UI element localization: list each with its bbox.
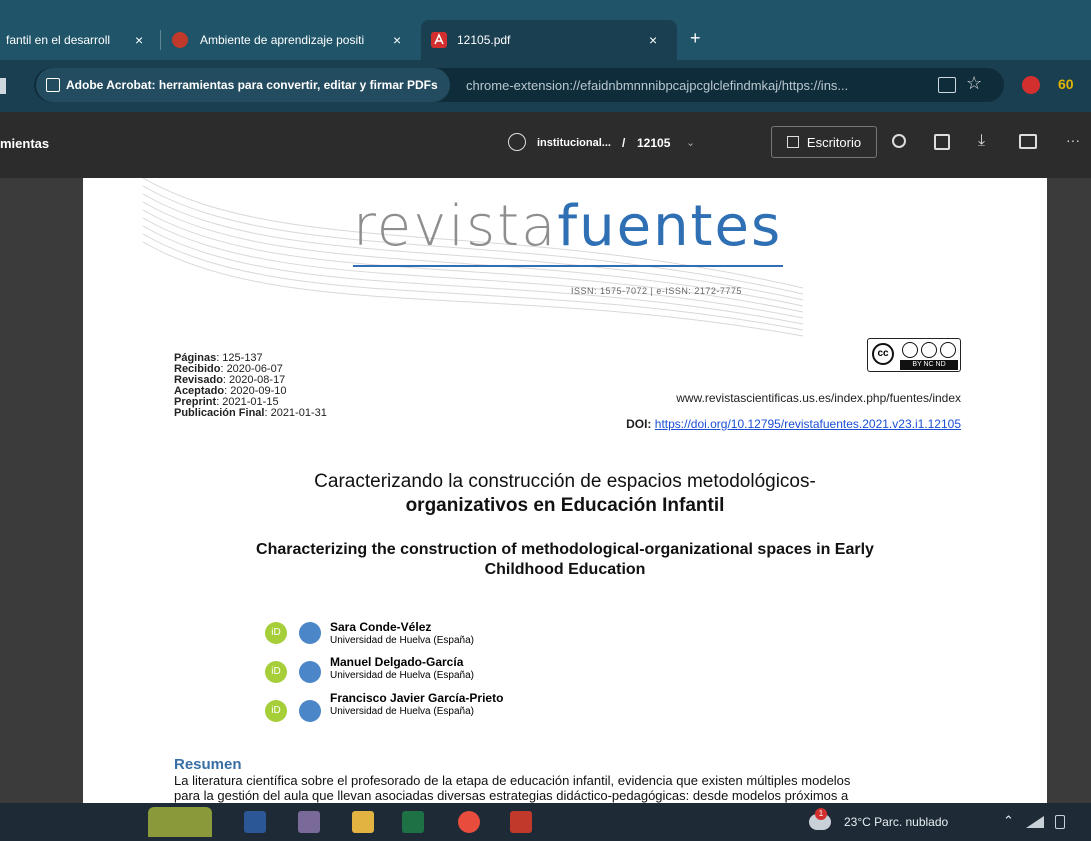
license-badge-text: BY NC ND — [900, 360, 958, 370]
abstract-line: La literatura científica sobre el profes… — [174, 773, 851, 788]
title-en-line: Childhood Education — [484, 561, 646, 578]
word-icon[interactable] — [244, 811, 266, 833]
translate-icon[interactable] — [938, 77, 956, 93]
close-icon[interactable]: × — [649, 32, 657, 48]
tools-menu[interactable]: mientas — [0, 136, 49, 151]
meta-key: Publicación Final — [174, 407, 265, 419]
mail-icon[interactable] — [299, 622, 321, 644]
tab-label: 12105.pdf — [457, 33, 511, 47]
acrobat-taskbar-icon[interactable] — [510, 811, 532, 833]
battery-icon[interactable] — [1055, 815, 1065, 829]
close-icon[interactable]: × — [135, 32, 143, 48]
tab-12105-pdf[interactable]: 12105.pdf × — [421, 20, 677, 60]
title-es-line: organizativos en Educación Infantil — [405, 495, 725, 516]
url-text[interactable]: chrome-extension://efaidnbmnnnibpcajpcgl… — [466, 78, 848, 93]
abstract-line: para la gestión del aula que llevan asoc… — [174, 788, 849, 803]
extension-label: Adobe Acrobat: herramientas para convert… — [66, 78, 438, 92]
logo-fuentes: fuentes — [557, 194, 783, 259]
file-explorer-icon[interactable] — [352, 811, 374, 833]
pdf-toolbar: mientas institucional... / 12105 ⌄ Escri… — [0, 112, 1091, 178]
more-options-icon[interactable]: ··· — [1066, 132, 1080, 148]
globe-icon — [508, 133, 526, 151]
tab-divider — [160, 30, 161, 50]
taskbar: 1 23°C Parc. nublado ⌃ — [0, 803, 1091, 841]
orcid-icon[interactable]: iD — [265, 622, 287, 644]
meta-value: : 2021-01-31 — [264, 407, 327, 419]
chevron-up-icon[interactable]: ⌃ — [1003, 813, 1014, 829]
adblock-icon[interactable] — [1022, 76, 1040, 94]
download-icon[interactable]: ⤓ — [978, 132, 985, 150]
acrobat-icon — [431, 32, 447, 48]
title-en-line: Characterizing the construction of metho… — [256, 541, 874, 558]
site-favicon-icon — [172, 32, 188, 48]
open-desktop-button[interactable]: Escritorio — [771, 126, 877, 158]
pdf-page[interactable]: revistafuentes ISSN: 1575-7072 | e-ISSN:… — [83, 178, 1047, 803]
cc-icon: cc — [872, 343, 894, 365]
mail-icon[interactable] — [299, 661, 321, 683]
doi-line: DOI: https://doi.org/10.12795/revistafue… — [626, 417, 961, 431]
article-metadata: Páginas: 125-137 Recibido: 2020-06-07 Re… — [174, 353, 327, 419]
author-affiliation: Universidad de Huelva (España) — [330, 706, 474, 717]
breadcrumb-separator: / — [622, 136, 626, 150]
issn-text: ISSN: 1575-7072 | e-ISSN: 2172-7775 — [571, 286, 742, 296]
mail-icon[interactable] — [299, 700, 321, 722]
abstract-heading: Resumen — [174, 756, 242, 773]
title-spanish: Caracterizando la construcción de espaci… — [83, 470, 1047, 518]
doi-link[interactable]: https://doi.org/10.12795/revistafuentes.… — [655, 417, 961, 431]
author-name: Manuel Delgado-García — [330, 655, 464, 669]
external-open-icon — [786, 136, 799, 148]
cc-license-icon[interactable]: cc BY NC ND — [867, 338, 961, 372]
bookmark-star-icon[interactable]: ☆ — [966, 73, 982, 94]
page-view-icon[interactable] — [934, 134, 950, 150]
breadcrumb-file[interactable]: 12105 — [637, 136, 670, 150]
tab-strip: fantil en el desarroll × Ambiente de apr… — [0, 0, 1091, 60]
chevron-down-icon[interactable]: ⌄ — [686, 136, 695, 149]
journal-logo: revistafuentes — [353, 192, 782, 262]
journal-url[interactable]: www.revistascientificas.us.es/index.php/… — [676, 391, 961, 405]
network-icon[interactable] — [1026, 816, 1044, 828]
excel-icon[interactable] — [402, 811, 424, 833]
author-name: Sara Conde-Vélez — [330, 620, 432, 634]
doi-label: DOI: — [626, 417, 652, 431]
extension-icon — [46, 78, 60, 92]
landscape-widget-icon[interactable] — [148, 807, 212, 837]
logo-underline — [353, 265, 783, 267]
chrome-icon[interactable] — [458, 811, 480, 833]
orcid-icon[interactable]: iD — [265, 661, 287, 683]
new-tab-button[interactable]: + — [690, 28, 701, 49]
title-es-line: Caracterizando la construcción de espaci… — [314, 471, 816, 492]
tab-label: Ambiente de aprendizaje positi — [200, 33, 365, 47]
close-icon[interactable]: × — [393, 32, 401, 48]
breadcrumb-path[interactable]: institucional... — [537, 137, 611, 149]
tab-label: fantil en el desarroll — [6, 33, 111, 47]
orcid-icon[interactable]: iD — [265, 700, 287, 722]
author-affiliation: Universidad de Huelva (España) — [330, 670, 474, 681]
author-name: Francisco Javier García-Prieto — [330, 691, 504, 705]
abstract-body: La literatura científica sobre el profes… — [174, 773, 974, 803]
weather-badge: 1 — [815, 808, 827, 820]
logo-revista: revista — [353, 194, 558, 259]
address-bar-row: Adobe Acrobat: herramientas para convert… — [0, 60, 1091, 112]
nd-icon — [940, 342, 956, 358]
by-icon — [902, 342, 918, 358]
print-icon[interactable] — [1019, 134, 1037, 149]
nc-icon — [921, 342, 937, 358]
title-english: Characterizing the construction of metho… — [83, 540, 1047, 580]
profile-badge[interactable]: 60 — [1058, 76, 1074, 92]
photo-app-icon[interactable] — [298, 811, 320, 833]
reload-icon[interactable] — [0, 78, 6, 94]
author-affiliation: Universidad de Huelva (España) — [330, 635, 474, 646]
tab-infantil[interactable]: fantil en el desarroll × — [0, 20, 160, 60]
tab-ambiente[interactable]: Ambiente de aprendizaje positi × — [166, 20, 416, 60]
desktop-button-label: Escritorio — [806, 134, 862, 150]
weather-text[interactable]: 23°C Parc. nublado — [844, 815, 948, 829]
meta-row: Publicación Final: 2021-01-31 — [174, 408, 327, 419]
extension-badge[interactable]: Adobe Acrobat: herramientas para convert… — [36, 68, 450, 102]
search-icon[interactable] — [892, 134, 906, 148]
